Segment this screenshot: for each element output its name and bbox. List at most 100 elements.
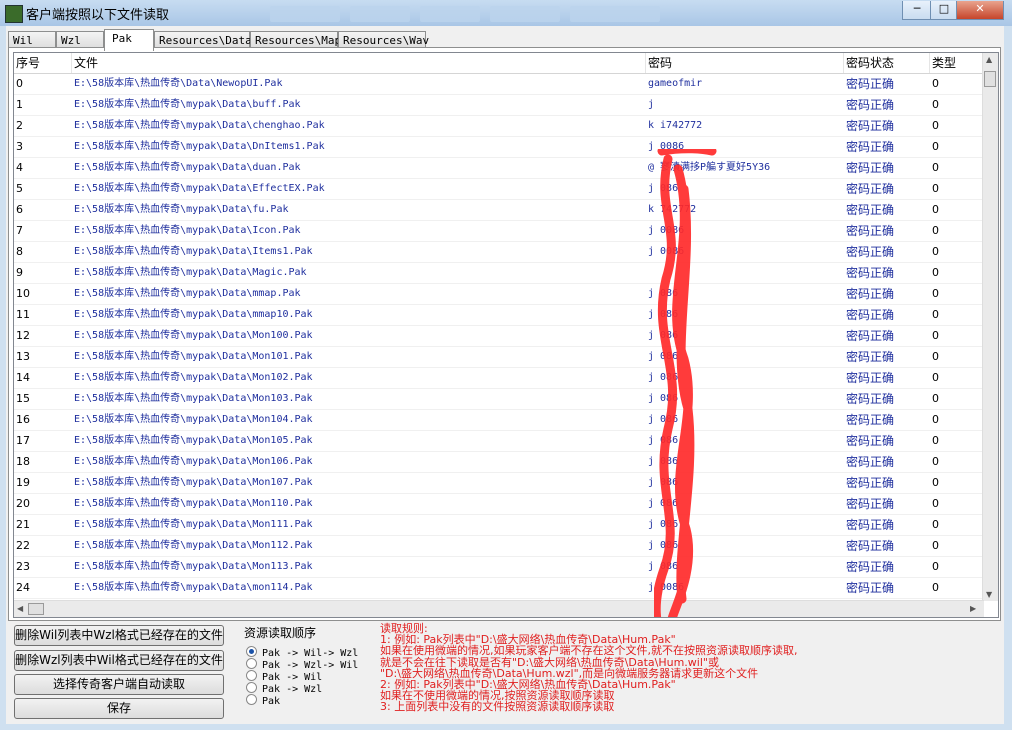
title-bar[interactable]: 客户端按照以下文件读取 ─ □ ✕ <box>0 0 1012 26</box>
cell-file-path: E:\58版本库\热血传奇\mypak\Data\Mon101.Pak <box>74 351 313 362</box>
file-list-grid[interactable]: 序号 文件 密码 密码状态 类型 0 E:\58版本库\热血传奇\Data\New… <box>13 52 999 618</box>
cell-password-status: 密码正确 <box>846 434 895 448</box>
radio-icon[interactable] <box>246 694 257 705</box>
table-row[interactable]: 19 E:\58版本库\热血传奇\mypak\Data\Mon107.Pak j 0… <box>14 473 984 494</box>
column-header-password-status[interactable]: 密码状态 <box>844 53 930 73</box>
radio-icon[interactable] <box>246 658 257 669</box>
cell-file-path: E:\58版本库\热血传奇\mypak\Data\Mon100.Pak <box>74 330 313 341</box>
cell-file-path: E:\58版本库\热血传奇\mypak\Data\mmap10.Pak <box>74 309 313 320</box>
scroll-down-arrow-icon[interactable]: ▼ <box>986 590 992 599</box>
table-row[interactable]: 2 E:\58版本库\热血传奇\mypak\Data\chenghao.Pak k … <box>14 116 984 137</box>
read-order-option[interactable]: Pak <box>246 694 280 707</box>
cell-type: 0 <box>932 371 939 384</box>
horizontal-scrollbar[interactable]: ◀ ▶ <box>14 600 984 617</box>
cell-index: 4 <box>16 161 23 174</box>
table-row[interactable]: 18 E:\58版本库\热血传奇\mypak\Data\Mon106.Pak j 0… <box>14 452 984 473</box>
vertical-scrollbar[interactable]: ▲ ▼ <box>982 53 998 601</box>
radio-icon[interactable] <box>246 682 257 693</box>
cell-password-status: 密码正确 <box>846 518 895 532</box>
table-row[interactable]: 4 E:\58版本库\热血传奇\mypak\Data\duan.Pak @ 寥漬满拸… <box>14 158 984 179</box>
scroll-up-arrow-icon[interactable]: ▲ <box>986 55 992 64</box>
tab-pak[interactable]: Pak <box>104 29 154 51</box>
table-row[interactable]: 21 E:\58版本库\热血传奇\mypak\Data\Mon111.Pak j 0… <box>14 515 984 536</box>
cell-type: 0 <box>932 392 939 405</box>
table-row[interactable]: 22 E:\58版本库\热血传奇\mypak\Data\Mon112.Pak j 0… <box>14 536 984 557</box>
cell-file-path: E:\58版本库\热血传奇\mypak\Data\chenghao.Pak <box>74 120 325 131</box>
rules-line: 3: 上面列表中没有的文件按照资源读取顺序读取 <box>380 700 615 714</box>
cell-file-path: E:\58版本库\热血传奇\mypak\Data\Mon111.Pak <box>74 519 313 530</box>
vertical-scroll-thumb[interactable] <box>984 71 996 87</box>
table-row[interactable]: 20 E:\58版本库\热血传奇\mypak\Data\Mon110.Pak j 0… <box>14 494 984 515</box>
delete-wil-duplicates-button[interactable]: 删除Wil列表中Wzl格式已经存在的文件 <box>14 625 224 646</box>
minimize-button[interactable]: ─ <box>902 1 932 20</box>
cell-type: 0 <box>932 140 939 153</box>
table-row[interactable]: 16 E:\58版本库\热血传奇\mypak\Data\Mon104.Pak j 0… <box>14 410 984 431</box>
table-row[interactable]: 13 E:\58版本库\热血传奇\mypak\Data\Mon101.Pak j 0… <box>14 347 984 368</box>
cell-file-path: E:\58版本库\热血传奇\mypak\Data\Items1.Pak <box>74 246 313 257</box>
cell-index: 8 <box>16 245 23 258</box>
cell-index: 13 <box>16 350 30 363</box>
cell-index: 12 <box>16 329 30 342</box>
cell-type: 0 <box>932 119 939 132</box>
table-row[interactable]: 8 E:\58版本库\热血传奇\mypak\Data\Items1.Pak j 00… <box>14 242 984 263</box>
tab-panel-pak: 序号 文件 密码 密码状态 类型 0 E:\58版本库\热血传奇\Data\New… <box>8 47 1001 621</box>
table-row[interactable]: 14 E:\58版本库\热血传奇\mypak\Data\Mon102.Pak j 0… <box>14 368 984 389</box>
radio-selected-icon[interactable] <box>246 646 257 657</box>
cell-file-path: E:\58版本库\热血传奇\mypak\Data\duan.Pak <box>74 162 301 173</box>
cell-password: j <box>648 99 655 110</box>
horizontal-scroll-thumb[interactable] <box>28 603 44 615</box>
cell-type: 0 <box>932 560 939 573</box>
table-row[interactable]: 12 E:\58版本库\热血传奇\mypak\Data\Mon100.Pak j 0… <box>14 326 984 347</box>
cell-type: 0 <box>932 413 939 426</box>
cell-password-status: 密码正确 <box>846 98 895 112</box>
cell-type: 0 <box>932 266 939 279</box>
radio-icon[interactable] <box>246 670 257 681</box>
background-blur <box>570 6 660 22</box>
table-row[interactable]: 6 E:\58版本库\热血传奇\mypak\Data\fu.Pak k 742772… <box>14 200 984 221</box>
cell-index: 15 <box>16 392 30 405</box>
column-header-index[interactable]: 序号 <box>14 53 72 73</box>
app-icon <box>5 5 23 23</box>
column-header-file[interactable]: 文件 <box>72 53 646 73</box>
scroll-left-arrow-icon[interactable]: ◀ <box>17 604 23 613</box>
cell-index: 2 <box>16 119 23 132</box>
cell-file-path: E:\58版本库\热血传奇\mypak\Data\Mon113.Pak <box>74 561 313 572</box>
cell-type: 0 <box>932 182 939 195</box>
cell-type: 0 <box>932 77 939 90</box>
table-row[interactable]: 17 E:\58版本库\热血传奇\mypak\Data\Mon105.Pak j 0… <box>14 431 984 452</box>
cell-password-status: 密码正确 <box>846 224 895 238</box>
table-row[interactable]: 10 E:\58版本库\热血传奇\mypak\Data\mmap.Pak j 086… <box>14 284 984 305</box>
cell-password-status: 密码正确 <box>846 77 895 91</box>
column-header-password[interactable]: 密码 <box>646 53 844 73</box>
auto-read-client-button[interactable]: 选择传奇客户端自动读取 <box>14 674 224 695</box>
cell-file-path: E:\58版本库\热血传奇\mypak\Data\Mon104.Pak <box>74 414 313 425</box>
column-header-type[interactable]: 类型 <box>930 53 984 73</box>
cell-index: 18 <box>16 455 30 468</box>
table-row[interactable]: 15 E:\58版本库\热血传奇\mypak\Data\Mon103.Pak j 0… <box>14 389 984 410</box>
cell-password: k i742772 <box>648 120 703 131</box>
cell-type: 0 <box>932 224 939 237</box>
delete-wzl-duplicates-button[interactable]: 删除Wzl列表中Wil格式已经存在的文件 <box>14 650 224 671</box>
table-row[interactable]: 0 E:\58版本库\热血传奇\Data\NewopUI.Pak gameofmir… <box>14 74 984 95</box>
table-row[interactable]: 7 E:\58版本库\热血传奇\mypak\Data\Icon.Pak j 0086… <box>14 221 984 242</box>
table-row[interactable]: 23 E:\58版本库\热血传奇\mypak\Data\Mon113.Pak j 0… <box>14 557 984 578</box>
table-row[interactable]: 5 E:\58版本库\热血传奇\mypak\Data\EffectEX.Pak j … <box>14 179 984 200</box>
maximize-button[interactable]: □ <box>930 1 958 20</box>
table-row[interactable]: 24 E:\58版本库\热血传奇\mypak\Data\mon114.Pak j 0… <box>14 578 984 599</box>
cell-index: 14 <box>16 371 30 384</box>
table-row[interactable]: 1 E:\58版本库\热血传奇\mypak\Data\buff.Pak j 密码正确 0 <box>14 95 984 116</box>
table-row[interactable]: 11 E:\58版本库\热血传奇\mypak\Data\mmap10.Pak j 0… <box>14 305 984 326</box>
save-button[interactable]: 保存 <box>14 698 224 719</box>
close-button[interactable]: ✕ <box>956 1 1004 20</box>
cell-index: 16 <box>16 413 30 426</box>
cell-password-status: 密码正确 <box>846 497 895 511</box>
table-row[interactable]: 3 E:\58版本库\热血传奇\mypak\Data\DnItems1.Pak j … <box>14 137 984 158</box>
background-blur <box>490 6 560 22</box>
cell-file-path: E:\58版本库\热血传奇\mypak\Data\Mon103.Pak <box>74 393 313 404</box>
cell-password-status: 密码正确 <box>846 413 895 427</box>
background-blur <box>350 6 410 22</box>
scroll-right-arrow-icon[interactable]: ▶ <box>970 604 976 613</box>
cell-index: 24 <box>16 581 30 594</box>
table-row[interactable]: 9 E:\58版本库\热血传奇\mypak\Data\Magic.Pak 密码正确 0 <box>14 263 984 284</box>
cell-index: 23 <box>16 560 30 573</box>
